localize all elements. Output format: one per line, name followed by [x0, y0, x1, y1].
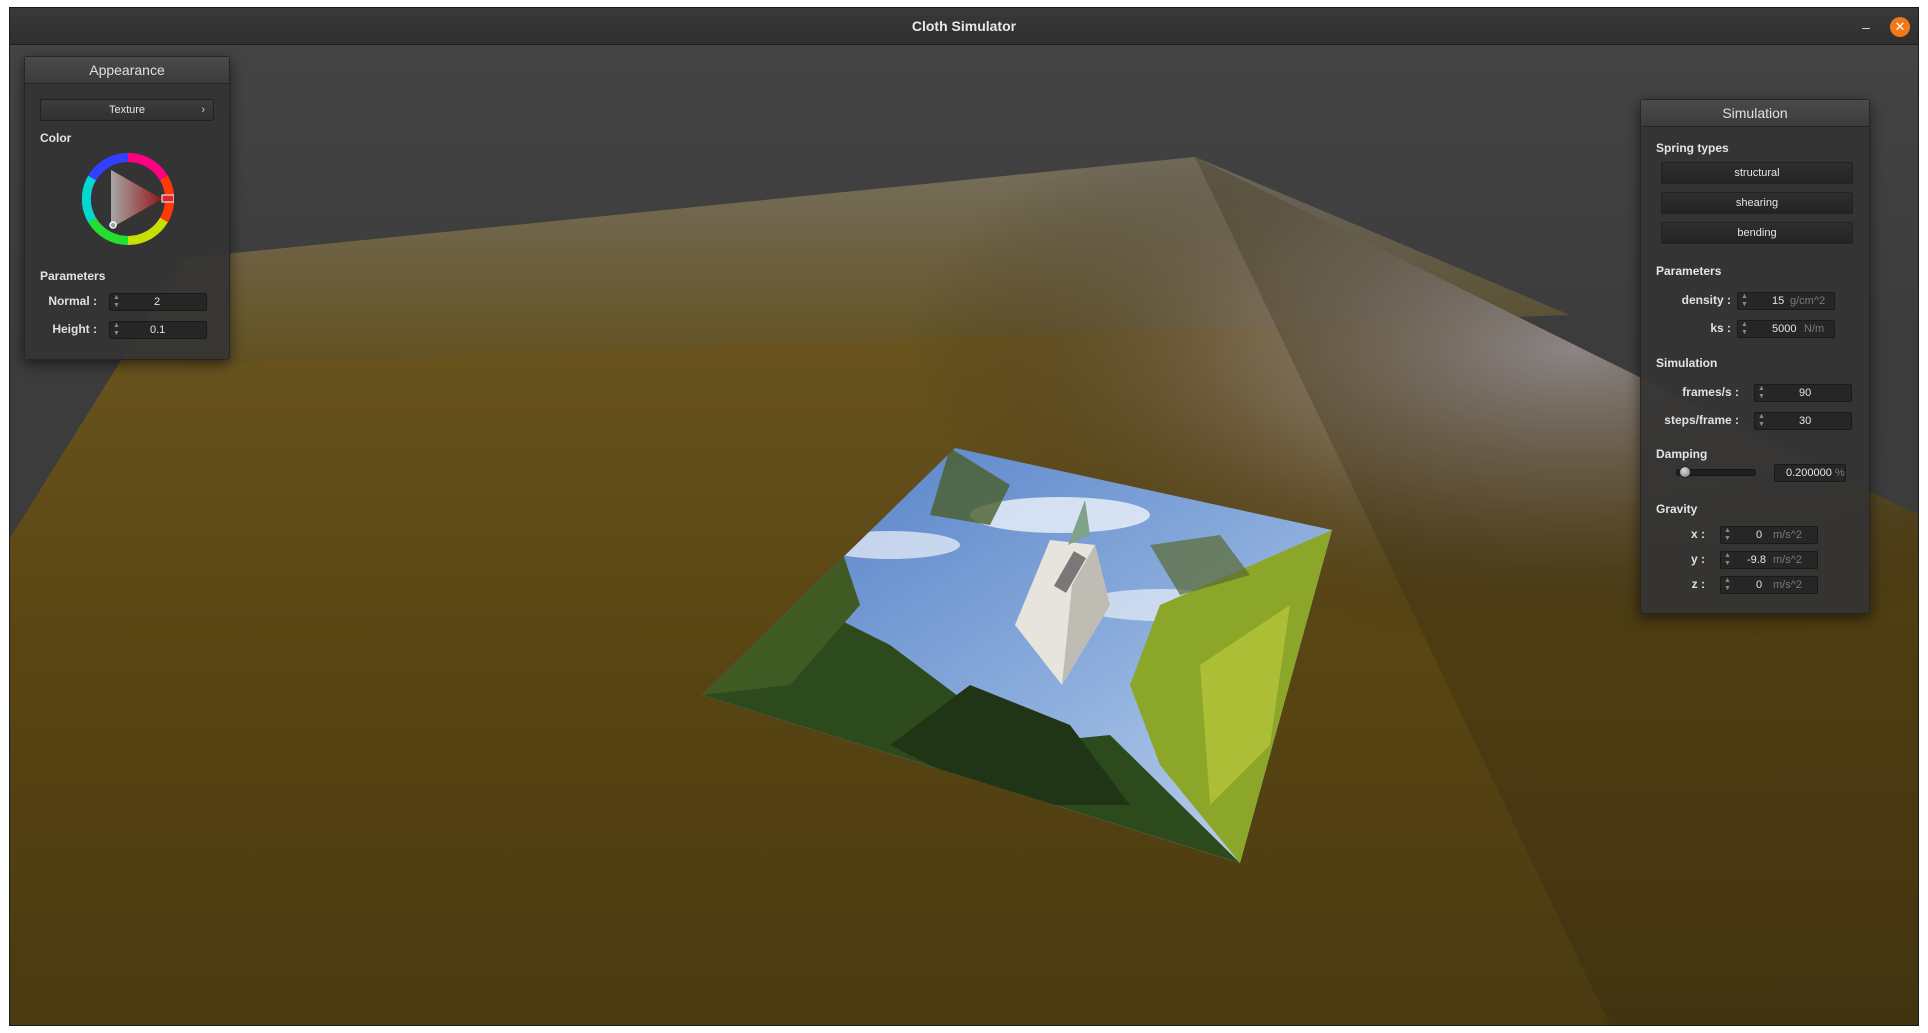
bending-button[interactable]: bending — [1661, 222, 1853, 244]
sim-parameters-label: Parameters — [1656, 264, 1722, 278]
normal-label: Normal : — [48, 294, 97, 308]
height-label: Height : — [52, 322, 97, 336]
gravity-y-value: -9.8 — [1747, 554, 1766, 566]
damping-label: Damping — [1656, 447, 1708, 461]
steps-label: steps/frame : — [1664, 413, 1739, 427]
gravity-z-label: z : — [1691, 577, 1705, 591]
spinner-icon[interactable]: ▲ ▼ — [1758, 413, 1765, 429]
appearance-parameters-label: Parameters — [40, 269, 106, 283]
simulation-label: Simulation — [1656, 356, 1718, 370]
gravity-x-field[interactable]: ▲ ▼ 0 m/s^2 — [1720, 526, 1818, 544]
simulation-panel: Simulation Spring types structural shear… — [1640, 99, 1870, 614]
close-icon[interactable]: ✕ — [1890, 17, 1910, 37]
density-field[interactable]: ▲ ▼ 15 g/cm^2 — [1737, 292, 1835, 310]
window-title: Cloth Simulator — [911, 18, 1017, 34]
ks-unit: N/m — [1804, 323, 1825, 335]
frames-field[interactable]: ▲ ▼ 90 — [1754, 384, 1852, 402]
gravity-z-field[interactable]: ▲ ▼ 0 m/s^2 — [1720, 576, 1818, 594]
height-value: 0.1 — [150, 324, 166, 336]
simulation-panel-title: Simulation — [1641, 100, 1869, 127]
appearance-panel: Appearance Texture › Color Parameters No… — [24, 56, 230, 360]
spinner-icon[interactable]: ▲ ▼ — [1741, 293, 1748, 309]
density-unit: g/cm^2 — [1790, 295, 1826, 307]
gravity-x-label: x : — [1690, 527, 1705, 541]
spinner-icon[interactable]: ▲ ▼ — [113, 294, 120, 310]
structural-button[interactable]: structural — [1661, 162, 1853, 184]
chevron-right-icon: › — [201, 104, 205, 116]
gravity-y-label: y : — [1690, 552, 1705, 566]
spinner-icon[interactable]: ▲ ▼ — [113, 322, 120, 338]
color-wheel[interactable] — [82, 153, 174, 245]
spinner-icon[interactable]: ▲ ▼ — [1724, 552, 1731, 568]
spinner-icon[interactable]: ▲ ▼ — [1741, 321, 1748, 337]
appearance-panel-title: Appearance — [25, 57, 229, 84]
gravity-label: Gravity — [1656, 502, 1698, 516]
frames-label: frames/s : — [1682, 385, 1739, 399]
ks-field[interactable]: ▲ ▼ 5000 N/m — [1737, 320, 1835, 338]
minimize-icon[interactable]: – — [1856, 17, 1876, 37]
spinner-icon[interactable]: ▲ ▼ — [1724, 577, 1731, 593]
steps-field[interactable]: ▲ ▼ 30 — [1754, 412, 1852, 430]
ks-value: 5000 — [1772, 323, 1797, 335]
gravity-y-unit: m/s^2 — [1773, 554, 1802, 566]
color-label: Color — [40, 131, 72, 145]
frames-value: 90 — [1799, 387, 1812, 399]
gravity-z-unit: m/s^2 — [1773, 579, 1802, 591]
damping-value: 0.200000 — [1786, 467, 1832, 479]
gravity-z-value: 0 — [1756, 579, 1763, 591]
ks-label: ks : — [1710, 321, 1731, 335]
height-field[interactable]: ▲ ▼ 0.1 — [109, 321, 207, 339]
3d-viewport[interactable]: Appearance Texture › Color Parameters No… — [10, 45, 1918, 1025]
texture-button-label: Texture — [108, 104, 146, 116]
normal-field[interactable]: ▲ ▼ 2 — [109, 293, 207, 311]
shearing-button[interactable]: shearing — [1661, 192, 1853, 214]
spinner-icon[interactable]: ▲ ▼ — [1724, 527, 1731, 543]
steps-value: 30 — [1799, 415, 1812, 427]
normal-value: 2 — [154, 296, 161, 308]
spring-types-label: Spring types — [1656, 141, 1729, 155]
density-value: 15 — [1772, 295, 1785, 307]
gravity-x-unit: m/s^2 — [1773, 529, 1802, 541]
spinner-icon[interactable]: ▲ ▼ — [1758, 385, 1765, 401]
damping-slider-knob[interactable] — [1678, 466, 1691, 478]
density-label: density : — [1681, 293, 1731, 307]
damping-unit: % — [1835, 467, 1845, 479]
texture-button[interactable]: Texture › — [40, 99, 214, 121]
damping-slider[interactable] — [1676, 466, 1756, 478]
title-bar: Cloth Simulator – ✕ — [10, 8, 1918, 45]
scene-canvas[interactable] — [10, 45, 1918, 1025]
app-window: Cloth Simulator – ✕ Appearance Texture ›… — [10, 8, 1918, 1025]
damping-field[interactable]: 0.200000 % — [1774, 464, 1846, 482]
gravity-y-field[interactable]: ▲ ▼ -9.8 m/s^2 — [1720, 551, 1818, 569]
gravity-x-value: 0 — [1756, 529, 1763, 541]
